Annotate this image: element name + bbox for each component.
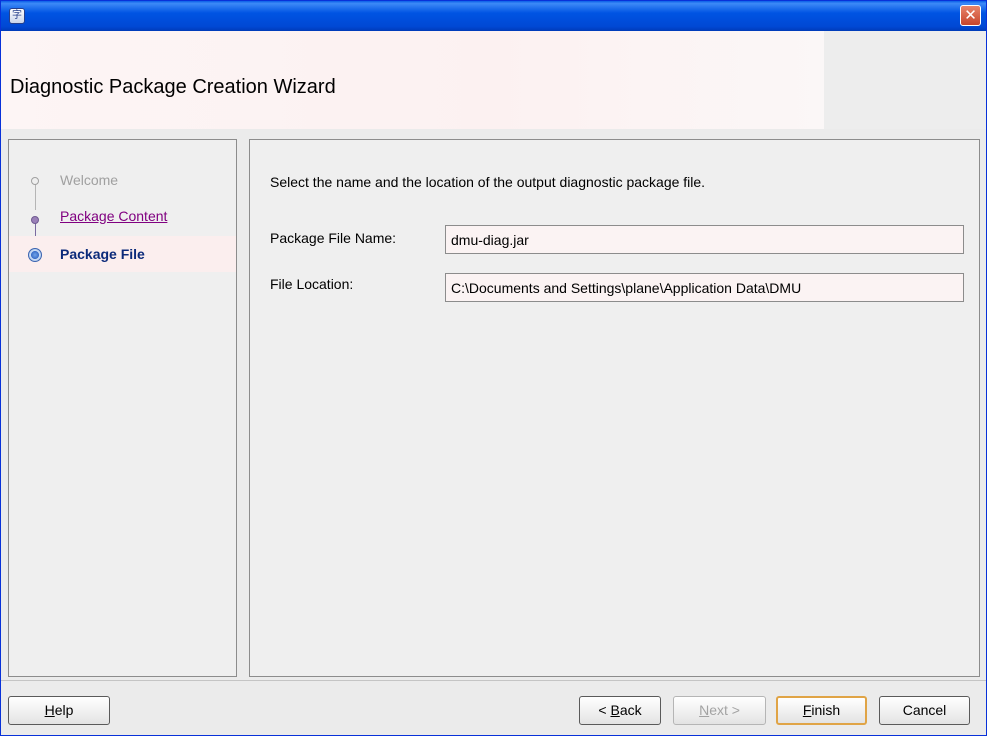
step-package-content-link[interactable]: Package Content bbox=[60, 208, 167, 224]
instruction-text: Select the name and the location of the … bbox=[270, 174, 706, 190]
step-package-file-dot-icon bbox=[28, 248, 42, 262]
step-navigation-panel: Welcome Package Content Package File bbox=[8, 139, 237, 677]
close-button[interactable]: ✕ bbox=[960, 5, 981, 26]
next-button-label-post: ext > bbox=[709, 702, 740, 718]
file-location-input[interactable] bbox=[445, 273, 964, 302]
back-button-label-post: ack bbox=[619, 702, 642, 718]
wizard-window: 字 ✕ Diagnostic Package Creation Wizard W… bbox=[0, 0, 987, 736]
wizard-body: Welcome Package Content Package File Sel… bbox=[1, 129, 986, 680]
step-package-file-label: Package File bbox=[60, 246, 145, 262]
back-button[interactable]: < Back bbox=[579, 696, 661, 725]
help-button-mnemonic: H bbox=[44, 702, 55, 718]
back-button-mnemonic: B bbox=[610, 702, 620, 718]
step-package-content[interactable]: Package Content bbox=[9, 199, 236, 235]
next-button-mnemonic: N bbox=[699, 702, 710, 718]
step-welcome: Welcome bbox=[9, 163, 236, 199]
content-panel: Select the name and the location of the … bbox=[249, 139, 980, 677]
footer-divider bbox=[1, 680, 986, 681]
wizard-footer: Help < Back Next > Finish Cancel bbox=[1, 680, 986, 735]
next-button[interactable]: Next > bbox=[673, 696, 766, 725]
title-bar[interactable]: 字 ✕ bbox=[1, 1, 986, 31]
step-welcome-dot-icon bbox=[31, 177, 39, 185]
wizard-header: Diagnostic Package Creation Wizard bbox=[1, 31, 986, 129]
step-welcome-label: Welcome bbox=[60, 172, 119, 188]
back-button-label-pre: < bbox=[598, 702, 611, 718]
help-button[interactable]: Help bbox=[8, 696, 110, 725]
wizard-title: Diagnostic Package Creation Wizard bbox=[10, 76, 336, 98]
app-icon: 字 bbox=[9, 8, 25, 24]
step-package-file: Package File bbox=[9, 236, 236, 272]
cancel-button[interactable]: Cancel bbox=[879, 696, 970, 725]
finish-button[interactable]: Finish bbox=[776, 696, 867, 725]
finish-button-label-post: inish bbox=[811, 702, 841, 718]
package-file-name-label: Package File Name: bbox=[270, 230, 397, 246]
help-button-label-post: elp bbox=[54, 702, 74, 718]
package-file-name-input[interactable] bbox=[445, 225, 964, 254]
file-location-label: File Location: bbox=[270, 276, 354, 292]
step-package-content-dot-icon bbox=[31, 216, 39, 224]
